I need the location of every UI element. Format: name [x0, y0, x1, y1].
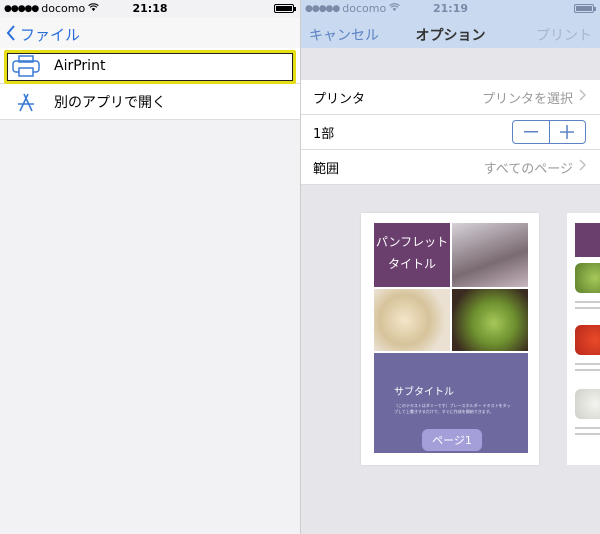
page-layout: パンフレット タイトル サブタイトル 〔このテキストはダミーです〕ブレースホルダ… [374, 223, 528, 453]
battery-icon [574, 4, 596, 13]
app-store-icon [8, 84, 44, 120]
chevron-left-icon [6, 24, 16, 45]
increment-button[interactable] [550, 121, 586, 143]
page2-header-block [575, 223, 600, 257]
status-time-right: 21:19 [432, 2, 469, 15]
page2-text-line [575, 363, 600, 365]
chevron-right-icon [579, 89, 587, 105]
range-row[interactable]: 範囲 すべてのページ [301, 150, 600, 185]
printer-value-area: プリンタを選択 [481, 88, 587, 107]
open-in-label: 別のアプリで開く [54, 94, 166, 111]
printer-value: プリンタを選択 [481, 91, 573, 107]
carrier-label-right: docomo [342, 2, 387, 15]
copies-stepper [512, 120, 586, 144]
print-preview-area: パンフレット タイトル サブタイトル 〔このテキストはダミーです〕ブレースホルダ… [301, 185, 600, 534]
brochure-body-text: 〔このテキストはダミーです〕ブレースホルダー テキストをタップして上書きするだけ… [394, 403, 511, 414]
options-header: ●●●●● docomo 21:19 キャンセル オプション プリント [301, 0, 600, 48]
list-item-airprint[interactable]: AirPrint [0, 48, 300, 84]
page2-text-line [575, 301, 600, 303]
page2-photo [575, 389, 600, 419]
brochure-title-tile: パンフレット タイトル [374, 223, 450, 287]
section-gap [301, 48, 600, 80]
nav-bar: ファイル [0, 18, 300, 48]
signal-dots-icon: ●●●●● [305, 3, 340, 14]
print-options-screen: ●●●●● docomo 21:19 キャンセル オプション プリント プリンタ… [300, 0, 600, 534]
file-menu-screen: ●●●●● docomo 21:18 ファイル AirPrint 別のアプリで開… [0, 0, 300, 534]
page2-text-line [575, 369, 600, 371]
printer-row[interactable]: プリンタ プリンタを選択 [301, 80, 600, 115]
print-button[interactable]: プリント [536, 25, 592, 45]
list-item-open-in[interactable]: 別のアプリで開く [0, 84, 300, 120]
airprint-label: AirPrint [54, 57, 106, 74]
range-label: 範囲 [313, 161, 340, 177]
status-bar-right: ●●●●● docomo 21:19 [301, 0, 600, 16]
subtitle-panel: サブタイトル 〔このテキストはダミーです〕ブレースホルダー テキストをタップして… [374, 353, 528, 453]
battery-icon [274, 4, 296, 13]
screenshot-root: ●●●●● docomo 21:18 ファイル AirPrint 別のアプリで開… [0, 0, 600, 534]
glasses-photo [452, 223, 528, 287]
status-time: 21:18 [132, 2, 168, 15]
status-bar: ●●●●● docomo 21:18 [0, 0, 300, 16]
brochure-subtitle: サブタイトル [394, 387, 454, 398]
chevron-right-icon [579, 159, 587, 175]
preview-page-2[interactable] [567, 213, 600, 465]
back-button[interactable]: ファイル [6, 24, 80, 45]
page2-text-line [575, 433, 600, 435]
range-value-area: すべてのページ [483, 158, 587, 177]
copies-row: 1部 [301, 115, 600, 150]
options-title: オプション [415, 28, 486, 44]
page2-photo [575, 263, 600, 293]
preview-page-1[interactable]: パンフレット タイトル サブタイトル 〔このテキストはダミーです〕ブレースホルダ… [361, 213, 539, 465]
wifi-icon [88, 2, 99, 15]
cancel-button[interactable]: キャンセル [309, 25, 379, 45]
page-badge: ページ1 [422, 429, 482, 451]
decrement-button[interactable] [513, 121, 550, 143]
pasta-photo [374, 289, 450, 351]
carrier-label: docomo [41, 2, 86, 15]
page2-photo [575, 325, 600, 355]
brochure-title-line2: タイトル [387, 257, 436, 271]
printer-label: プリンタ [313, 91, 366, 107]
copies-label: 1部 [313, 126, 335, 142]
page2-text-line [575, 427, 600, 429]
brochure-title-line1: パンフレット [375, 235, 449, 249]
range-value: すべてのページ [483, 161, 573, 177]
back-label: ファイル [20, 26, 81, 44]
salad-photo [452, 289, 528, 351]
signal-dots-icon: ●●●●● [4, 3, 39, 14]
printer-icon [8, 48, 44, 84]
wifi-icon [389, 2, 400, 15]
print-options-list: プリンタ プリンタを選択 1部 範囲 すべてのページ [301, 80, 600, 185]
selection-highlight [4, 50, 296, 84]
carrier-area-right: ●●●●● docomo [305, 2, 400, 15]
carrier-area: ●●●●● docomo [4, 2, 99, 15]
page2-text-line [575, 307, 600, 309]
share-list: AirPrint 別のアプリで開く [0, 48, 300, 120]
